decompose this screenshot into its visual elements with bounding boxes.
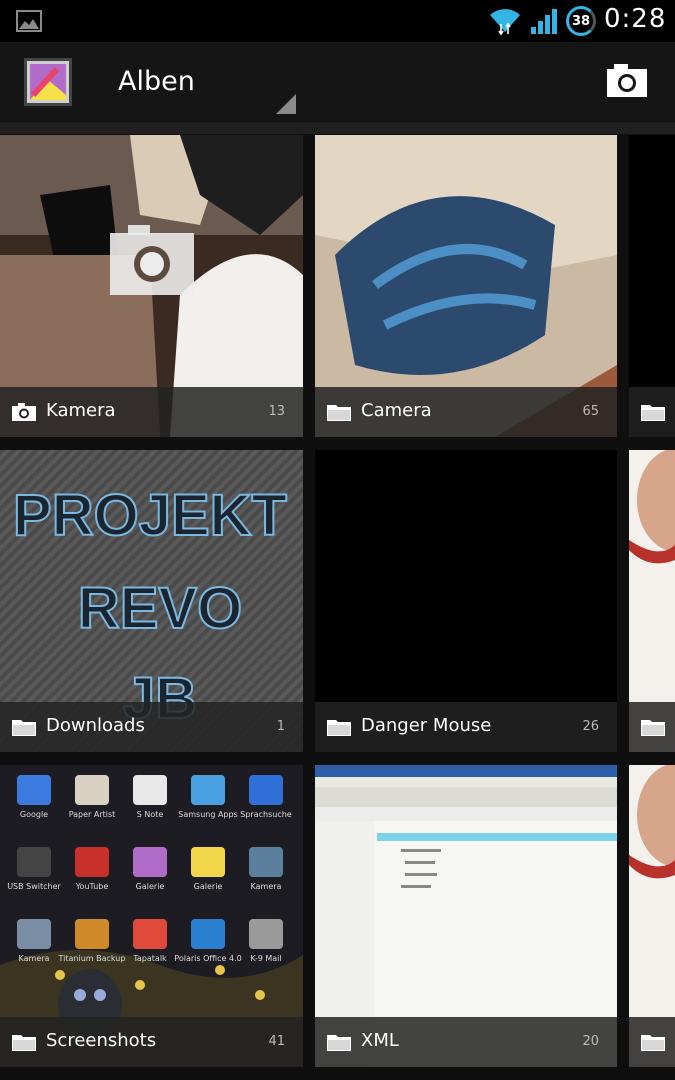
app-icon-label: K-9 Mail — [250, 954, 281, 963]
album-name: XML — [361, 1030, 399, 1051]
album-tile-partial[interactable] — [629, 135, 675, 437]
app-icon — [191, 775, 225, 805]
app-icon-label: Tapatalk — [132, 954, 167, 963]
app-icon — [133, 919, 167, 949]
album-name: Downloads — [46, 715, 145, 736]
album-label: Screenshots 41 — [0, 1017, 303, 1067]
camera-icon — [12, 403, 36, 421]
app-icon — [75, 847, 109, 877]
app-icon-label: USB Switcher — [7, 882, 61, 891]
album-tile-camera[interactable]: Camera 65 — [315, 135, 617, 437]
gallery-logo-icon — [27, 61, 69, 103]
folder-icon — [12, 1035, 36, 1051]
status-bar: 38 0:28 — [0, 0, 675, 42]
app-icon — [133, 847, 167, 877]
app-icon — [249, 847, 283, 877]
album-label: Downloads 1 — [0, 702, 303, 752]
app-icon-label: YouTube — [75, 882, 109, 891]
app-icon-label: Paper Artist — [69, 810, 116, 819]
app-icon-label: Kamera — [251, 882, 282, 891]
gallery-notification-icon — [16, 10, 42, 32]
app-icon — [249, 919, 283, 949]
album-name: Screenshots — [46, 1030, 157, 1051]
app-icon-label: Titanium Backup — [58, 954, 126, 963]
album-label — [629, 702, 675, 752]
gallery-app-icon[interactable] — [24, 58, 72, 106]
app-icon-label: Galerie — [136, 882, 165, 891]
album-count: 20 — [582, 1034, 599, 1049]
app-icon-label: Google — [20, 810, 48, 819]
dropdown-indicator-icon — [276, 94, 296, 114]
action-bar-divider — [0, 122, 675, 134]
app-icon-label: Polaris Office 4.0 — [174, 954, 241, 963]
app-icon — [17, 847, 51, 877]
album-label: Kamera 13 — [0, 387, 303, 437]
folder-icon — [641, 405, 665, 421]
wifi-icon — [490, 9, 520, 36]
folder-icon — [327, 720, 351, 736]
signal-icon — [531, 9, 557, 34]
app-icon — [17, 775, 51, 805]
album-label — [629, 1017, 675, 1067]
album-name: Camera — [361, 400, 432, 421]
app-icon — [191, 847, 225, 877]
app-icon-label: Galerie — [194, 882, 223, 891]
folder-icon — [641, 720, 665, 736]
app-icon — [17, 919, 51, 949]
album-tile-screenshots[interactable]: Google Paper Artist S Note Samsung Apps Spra… — [0, 765, 303, 1067]
page-title: Alben — [118, 66, 195, 97]
app-icon — [75, 775, 109, 805]
action-bar: Alben — [0, 42, 675, 122]
album-tile-danger-mouse[interactable]: Danger Mouse 26 — [315, 450, 617, 752]
thumbnail-text: PROJEKT — [13, 483, 287, 548]
album-tile-downloads[interactable]: PROJEKT REVO JB Downloads 1 — [0, 450, 303, 752]
app-icon — [191, 919, 225, 949]
folder-icon — [327, 405, 351, 421]
folder-icon — [327, 1035, 351, 1051]
album-tile-xml[interactable]: XML 20 — [315, 765, 617, 1067]
album-label — [629, 387, 675, 437]
folder-icon — [641, 1035, 665, 1051]
album-tile-partial[interactable] — [629, 765, 675, 1067]
app-icon-label: S Note — [137, 810, 164, 819]
thumbnail-text: REVO — [78, 576, 242, 641]
battery-indicator: 38 — [566, 6, 596, 36]
album-label: Danger Mouse 26 — [315, 702, 617, 752]
album-count: 41 — [268, 1034, 285, 1049]
folder-icon — [12, 720, 36, 736]
album-count: 1 — [276, 719, 285, 734]
album-count: 65 — [582, 404, 599, 419]
app-icon-label: Samsung Apps — [178, 810, 238, 819]
album-view-spinner[interactable]: Alben — [100, 42, 300, 122]
album-tile-kamera[interactable]: Kamera 13 — [0, 135, 303, 437]
camera-icon[interactable] — [600, 60, 654, 106]
album-name: Danger Mouse — [361, 715, 492, 736]
app-icon-label: Kamera — [19, 954, 50, 963]
album-label: Camera 65 — [315, 387, 617, 437]
album-count: 26 — [582, 719, 599, 734]
album-tile-partial[interactable] — [629, 450, 675, 752]
app-icon — [133, 775, 167, 805]
album-count: 13 — [268, 404, 285, 419]
app-icon-label: Sprachsuche — [240, 810, 292, 819]
album-label: XML 20 — [315, 1017, 617, 1067]
clock: 0:28 — [604, 4, 667, 34]
app-icon — [75, 919, 109, 949]
app-icon — [249, 775, 283, 805]
album-name: Kamera — [46, 400, 116, 421]
